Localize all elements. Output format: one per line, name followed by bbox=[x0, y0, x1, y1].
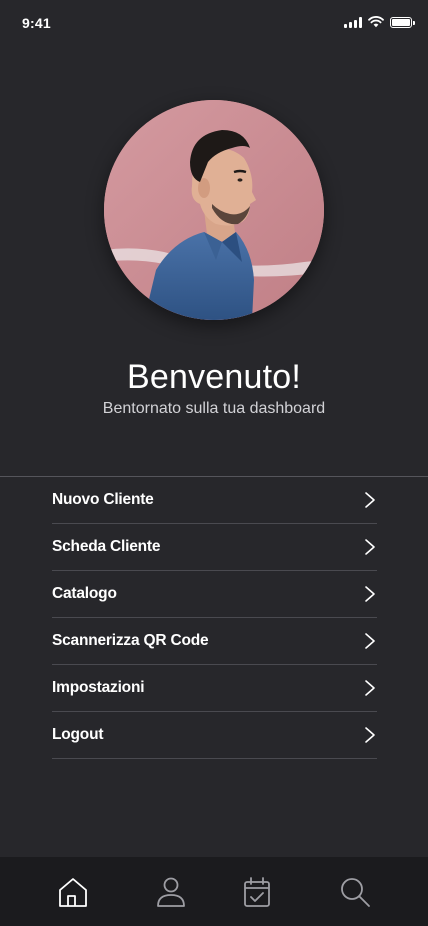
menu-item-scannerizza-qr-code[interactable]: Scannerizza QR Code bbox=[52, 618, 377, 665]
menu-item-label: Scheda Cliente bbox=[52, 538, 161, 555]
status-bar: 9:41 bbox=[0, 0, 428, 44]
profile-photo bbox=[104, 100, 324, 320]
dashboard-screen: 9:41 Benvenuto! Bentornato sulla tua das… bbox=[0, 0, 428, 926]
chevron-right-icon bbox=[365, 633, 375, 649]
battery-icon bbox=[390, 16, 415, 28]
greeting-title: Benvenuto! bbox=[126, 358, 302, 396]
search-icon bbox=[341, 878, 370, 907]
greeting-subtitle: Bentornato sulla tua dashboard bbox=[102, 400, 326, 417]
calendar-check-icon bbox=[244, 877, 270, 907]
tab-search[interactable] bbox=[338, 875, 372, 909]
status-icons bbox=[344, 16, 415, 28]
menu-item-impostazioni[interactable]: Impostazioni bbox=[52, 665, 377, 712]
menu-item-label: Logout bbox=[52, 726, 104, 743]
tab-bar bbox=[0, 857, 428, 926]
menu-item-logout[interactable]: Logout bbox=[52, 712, 377, 759]
menu-list: Nuovo Cliente Scheda Cliente Catalogo Sc… bbox=[52, 477, 377, 759]
menu-item-catalogo[interactable]: Catalogo bbox=[52, 571, 377, 618]
menu-item-label: Nuovo Cliente bbox=[52, 491, 154, 508]
chevron-right-icon bbox=[365, 680, 375, 696]
user-icon bbox=[157, 877, 185, 907]
status-time: 9:41 bbox=[22, 15, 51, 31]
menu-item-nuovo-cliente[interactable]: Nuovo Cliente bbox=[52, 477, 377, 524]
avatar bbox=[104, 100, 324, 320]
signal-icon bbox=[344, 16, 362, 28]
menu-item-label: Scannerizza QR Code bbox=[52, 632, 209, 649]
chevron-right-icon bbox=[365, 727, 375, 743]
tab-calendar[interactable] bbox=[240, 875, 274, 909]
wifi-icon bbox=[368, 16, 384, 28]
chevron-right-icon bbox=[365, 539, 375, 555]
menu-item-scheda-cliente[interactable]: Scheda Cliente bbox=[52, 524, 377, 571]
menu-item-label: Catalogo bbox=[52, 585, 117, 602]
home-icon bbox=[59, 878, 87, 907]
chevron-right-icon bbox=[365, 586, 375, 602]
tab-home[interactable] bbox=[56, 875, 90, 909]
chevron-right-icon bbox=[365, 492, 375, 508]
menu-item-label: Impostazioni bbox=[52, 679, 145, 696]
tab-profile[interactable] bbox=[154, 875, 188, 909]
